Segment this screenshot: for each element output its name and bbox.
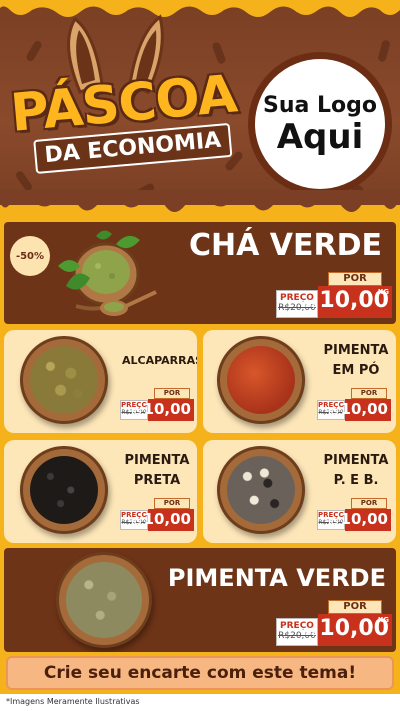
- logo-line1: Sua Logo: [262, 92, 377, 118]
- header-banner: PÁSCOA DA ECONOMIA Sua Logo Aqui: [0, 0, 400, 205]
- currency: R$: [328, 408, 339, 416]
- product-name: ALCAPARRAS: [122, 354, 197, 367]
- product-name-line1: PIMENTA: [124, 453, 190, 468]
- new-price: 10,00: [143, 510, 191, 528]
- product-name-line2: EM PÓ: [332, 363, 380, 378]
- product-name-line1: PIMENTA: [323, 453, 389, 468]
- disclaimer-text: *Imagens Meramente Ilustrativas: [6, 697, 140, 706]
- new-price-box: R$ 10,00: [328, 399, 391, 421]
- cta-banner[interactable]: Crie seu encarte com este tema!: [6, 656, 394, 690]
- new-price-box: R$ 10,00: [131, 509, 194, 531]
- product-name-line1: PIMENTA: [323, 343, 389, 358]
- por-label: POR: [351, 388, 387, 399]
- product-card-alcaparras[interactable]: ALCAPARRAS POR PREÇO R$20,00 R$ 10,00: [4, 330, 197, 433]
- price-tag: POR PREÇO R$20,00 R$ 10,00: [120, 498, 194, 532]
- currency: R$: [131, 518, 142, 526]
- por-label: POR: [351, 498, 387, 509]
- unit-kg: KG: [377, 616, 389, 624]
- green-pepper-bowl-icon: [56, 552, 152, 648]
- product-name: PIMENTA VERDE: [167, 564, 386, 592]
- price-tag: POR PREÇO R$20,00 R$ 10,00 KG: [276, 600, 392, 648]
- currency: R$: [302, 299, 318, 310]
- new-price-box: R$ 10,00: [131, 399, 194, 421]
- logo-placeholder[interactable]: Sua Logo Aqui: [248, 52, 392, 196]
- por-label: POR: [154, 388, 190, 399]
- currency: R$: [302, 627, 318, 638]
- green-tea-bowl-icon: [58, 230, 157, 316]
- logo-line2: Aqui: [276, 116, 364, 157]
- price-tag: POR PREÇO R$20,00 R$ 10,00: [317, 388, 391, 422]
- new-price-box: R$ 10,00 KG: [303, 286, 392, 318]
- por-label: POR: [328, 600, 382, 614]
- product-card-pimenta-preta[interactable]: PIMENTA PRETA POR PREÇO R$20,00 R$ 10,00: [4, 440, 197, 543]
- price-tag: POR PREÇO R$20,00 R$ 10,00: [317, 498, 391, 532]
- new-price-box: R$ 10,00: [328, 509, 391, 531]
- product-name-line2: PRETA: [133, 473, 181, 488]
- price-tag: POR PREÇO R$20,00 R$ 10,00: [120, 388, 194, 422]
- black-pepper-bowl-icon: [20, 446, 108, 534]
- chili-powder-bowl-icon: [217, 336, 305, 424]
- currency: R$: [328, 518, 339, 526]
- new-price: 10,00: [143, 400, 191, 418]
- product-card-pimenta-peb[interactable]: PIMENTA P. E B. POR PREÇO R$20,00 R$ 10,…: [203, 440, 396, 543]
- unit-kg: KG: [377, 288, 389, 296]
- product-name: CHÁ VERDE: [189, 228, 382, 263]
- currency: R$: [131, 408, 142, 416]
- mixed-pepper-bowl-icon: [217, 446, 305, 534]
- new-price: 10,00: [340, 400, 388, 418]
- capers-bowl-icon: [20, 336, 108, 424]
- new-price: 10,00: [340, 510, 388, 528]
- featured-card-cha-verde[interactable]: -50% CHÁ VERDE POR PREÇO R$20,00 R$ 10,0…: [4, 222, 396, 324]
- por-label: POR: [328, 272, 382, 286]
- product-card-pimenta-em-po[interactable]: PIMENTA EM PÓ POR PREÇO R$20,00 R$ 10,00: [203, 330, 396, 433]
- featured-card-pimenta-verde[interactable]: PIMENTA VERDE POR PREÇO R$20,00 R$ 10,00…: [4, 548, 396, 652]
- discount-badge: -50%: [10, 236, 50, 276]
- new-price-box: R$ 10,00 KG: [303, 614, 392, 646]
- price-tag: POR PREÇO R$20,00 R$ 10,00 KG: [276, 272, 392, 318]
- product-name-line2: P. E B.: [333, 473, 379, 488]
- por-label: POR: [154, 498, 190, 509]
- campaign-title: PÁSCOA DA ECONOMIA: [8, 64, 242, 175]
